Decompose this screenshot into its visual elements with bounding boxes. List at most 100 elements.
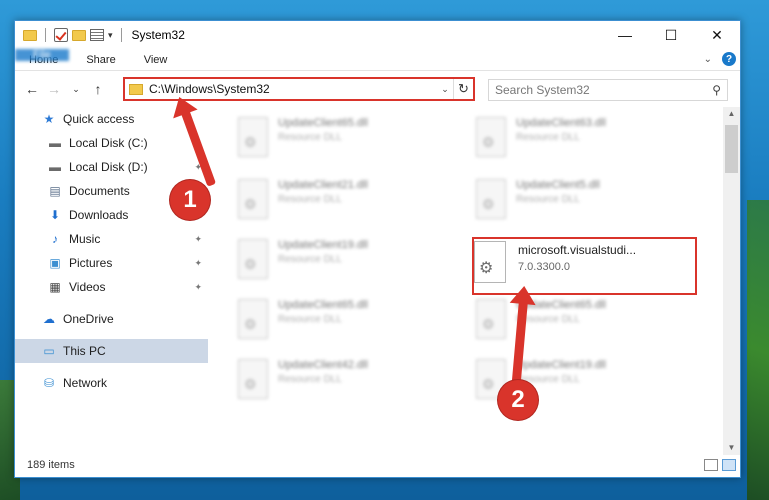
sidebar-item-local-disk-d[interactable]: ▬ Local Disk (D:) ✦ — [15, 155, 208, 179]
documents-icon: ▤ — [49, 184, 61, 198]
list-item[interactable]: UpdateClient65.dllResource DLL — [238, 117, 368, 157]
dll-file-icon — [238, 299, 268, 339]
recent-locations-button[interactable]: ⌄ — [65, 84, 87, 95]
list-item[interactable]: UpdateClient19.dll Resource DLL — [238, 239, 368, 279]
view-switcher — [704, 459, 736, 471]
file-type: Resource DLL — [278, 194, 342, 205]
file-type: Resource DLL — [278, 374, 342, 385]
ribbon-tabs: File Home Share View ⌄ ? — [15, 49, 740, 71]
sidebar-item-label: Local Disk (C:) — [69, 136, 148, 150]
list-item[interactable]: UpdateClient19.dllResource DLL — [476, 359, 606, 399]
dll-file-icon — [476, 299, 506, 339]
dll-file-icon — [476, 117, 506, 157]
pin-icon: ✦ — [194, 257, 202, 268]
sidebar-item-label: Downloads — [69, 208, 129, 222]
file-name: microsoft.visualstudi... — [518, 243, 637, 257]
search-input[interactable]: Search System32 — [495, 83, 712, 97]
ribbon-controls: ⌄ ? — [704, 52, 736, 66]
downloads-icon: ⬇ — [49, 208, 61, 222]
search-box[interactable]: Search System32 ⚲ — [488, 79, 728, 101]
drive-icon: ▬ — [49, 160, 61, 174]
tab-share[interactable]: Share — [72, 49, 129, 70]
help-icon[interactable]: ? — [722, 52, 736, 66]
folder-icon — [129, 83, 143, 95]
pin-icon: ✦ — [194, 233, 202, 244]
scrollbar-thumb[interactable] — [725, 125, 738, 173]
file-type: Resource DLL — [516, 132, 580, 143]
large-icons-view-icon[interactable] — [722, 459, 736, 471]
list-item[interactable]: UpdateClient42.dll Resource DLL — [238, 359, 368, 399]
folder-icon — [23, 29, 37, 41]
list-item[interactable]: UpdateClient21.dll Resource DLL — [238, 179, 368, 219]
close-button[interactable]: ✕ — [694, 21, 740, 49]
window-title: System32 — [131, 28, 185, 42]
onedrive-icon: ☁ — [43, 312, 55, 326]
music-icon: ♪ — [52, 232, 58, 246]
sidebar-item-this-pc[interactable]: ▭ This PC — [15, 339, 208, 363]
star-icon: ★ — [43, 112, 55, 126]
tab-file[interactable]: File — [15, 49, 69, 61]
pictures-icon: ▣ — [49, 256, 61, 270]
file-name: UpdateClient5.dll — [516, 179, 600, 191]
maximize-button[interactable]: ☐ — [648, 21, 694, 49]
sidebar-item-onedrive[interactable]: ☁ OneDrive — [15, 307, 208, 331]
title-bar[interactable]: ▾ System32 — ☐ ✕ — [15, 21, 740, 49]
videos-icon: ▦ — [49, 280, 61, 294]
address-dropdown-icon[interactable]: ⌄ — [437, 84, 453, 95]
dll-file-icon: ⚙ — [474, 241, 506, 283]
quick-access-toolbar: ▾ — [15, 28, 126, 42]
sidebar-item-label: Videos — [69, 280, 106, 294]
file-name: UpdateClient19.dll — [278, 239, 368, 251]
list-item[interactable]: UpdateClient5.dll Resource DLL — [476, 179, 600, 219]
file-name: UpdateClient63.dll — [516, 117, 606, 129]
sidebar-item-label: Documents — [69, 184, 130, 198]
refresh-button[interactable]: ↻ — [453, 79, 473, 99]
sidebar-item-label: Quick access — [63, 112, 135, 126]
file-type: Resource DLL — [516, 314, 580, 325]
sidebar-item-pictures[interactable]: ▣ Pictures ✦ — [15, 251, 208, 275]
new-folder-icon[interactable] — [72, 29, 86, 41]
sidebar-item-videos[interactable]: ▦ Videos ✦ — [15, 275, 208, 299]
desktop-foliage-right — [747, 200, 769, 500]
expand-ribbon-icon[interactable]: ⌄ — [704, 54, 712, 65]
sidebar-item-label: Pictures — [69, 256, 113, 270]
file-explorer-window: ▾ System32 — ☐ ✕ File Home Share View ⌄ … — [14, 20, 741, 478]
navigation-pane: ★ Quick access ▬ Local Disk (C:) ✦ ▬ Loc… — [15, 107, 208, 455]
divider — [45, 28, 46, 42]
details-view-icon[interactable] — [704, 459, 718, 471]
sidebar-item-music[interactable]: ♪ Music ✦ — [15, 227, 208, 251]
up-button[interactable]: ↑ — [87, 81, 109, 97]
file-name: UpdateClient21.dll — [278, 179, 368, 191]
list-item[interactable]: UpdateClient65.dllResource DLL — [238, 299, 368, 339]
file-name: UpdateClient65.dll — [278, 299, 368, 311]
file-type: Resource DLL — [278, 254, 342, 265]
minimize-button[interactable]: — — [602, 21, 648, 49]
back-button[interactable]: ← — [21, 81, 43, 97]
customize-toolbar-icon[interactable]: ▾ — [108, 30, 113, 41]
scroll-up-icon[interactable]: ▲ — [723, 107, 740, 121]
list-item[interactable]: UpdateClient63.dll Resource DLL — [476, 117, 606, 157]
sidebar-item-label: Music — [69, 232, 101, 246]
target-file-item[interactable]: ⚙ microsoft.visualstudi... 7.0.3300.0 — [474, 241, 636, 283]
sidebar-item-network[interactable]: ⛁ Network — [15, 371, 208, 395]
step-1-badge: 1 — [170, 180, 210, 220]
sidebar-item-label: Network — [63, 376, 108, 390]
vertical-scrollbar[interactable]: ▲ ▼ — [723, 107, 740, 455]
sidebar-item-local-disk-c[interactable]: ▬ Local Disk (C:) ✦ — [15, 131, 208, 155]
this-pc-icon: ▭ — [43, 344, 55, 358]
file-version: 7.0.3300.0 — [518, 261, 570, 273]
pin-icon: ✦ — [194, 281, 202, 292]
gear-icon: ⚙ — [479, 260, 494, 277]
search-icon: ⚲ — [712, 83, 721, 97]
dll-file-icon — [476, 179, 506, 219]
window-controls: — ☐ ✕ — [602, 21, 740, 49]
divider — [120, 28, 122, 42]
file-list: UpdateClient65.dll Resource DLL UpdateCli… — [208, 107, 725, 455]
tab-view[interactable]: View — [130, 49, 182, 70]
rename-icon[interactable] — [90, 29, 104, 41]
list-item[interactable]: UpdateClient65.dllResource DLL — [476, 299, 606, 339]
properties-check-icon[interactable] — [54, 28, 68, 42]
sidebar-item-label: OneDrive — [63, 312, 114, 326]
forward-button[interactable]: → — [43, 81, 65, 97]
status-bar: 189 items — [15, 453, 740, 477]
